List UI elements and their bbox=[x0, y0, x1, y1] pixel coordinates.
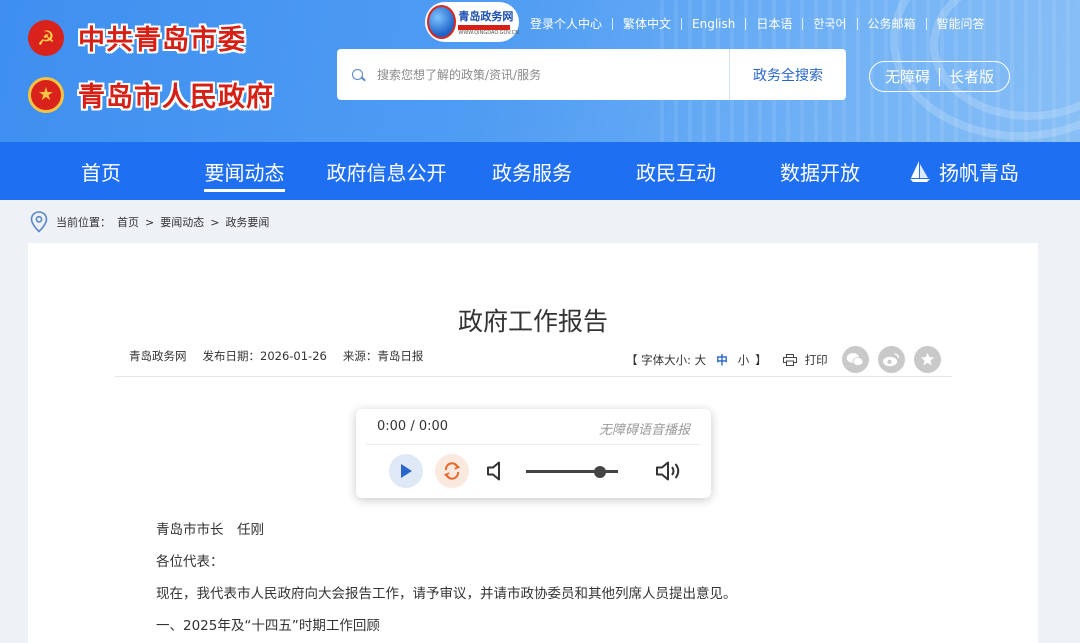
loop-icon bbox=[443, 462, 461, 480]
nav-item-gov-info[interactable]: 政府信息公开 bbox=[324, 142, 449, 200]
site-badge-logo[interactable]: 青岛政务网 WWW.QINGDAO.GOV.CN bbox=[425, 2, 519, 42]
nav-item-label: 数据开放 bbox=[780, 160, 860, 185]
meta-date-label: 发布日期： bbox=[202, 349, 261, 363]
play-button[interactable] bbox=[389, 454, 423, 488]
article-meta: 青岛政务网 发布日期：2026-01-26 来源：青岛日报 bbox=[129, 348, 439, 364]
nav-item-gov-services[interactable]: 政务服务 bbox=[487, 142, 577, 200]
nav-item-label: 政民互动 bbox=[636, 160, 716, 185]
party-org-name: 中共青岛市委 bbox=[78, 25, 246, 56]
font-size-medium[interactable]: 中 bbox=[716, 352, 728, 368]
volume-icon[interactable] bbox=[655, 459, 683, 483]
share-weibo-button[interactable] bbox=[877, 346, 905, 373]
article-panel: 政府工作报告 青岛政务网 发布日期：2026-01-26 来源：青岛日报 【 字… bbox=[28, 243, 1038, 643]
nav-item-label: 政府信息公开 bbox=[326, 160, 447, 185]
player-divider bbox=[366, 444, 701, 445]
meta-date: 发布日期：2026-01-26 bbox=[203, 348, 327, 364]
breadcrumb-separator: > bbox=[210, 215, 220, 229]
search-input[interactable] bbox=[377, 54, 717, 95]
print-button[interactable]: 打印 bbox=[782, 352, 828, 368]
accessibility-pill: 无障碍 长者版 bbox=[869, 61, 1010, 92]
top-link-official-mail[interactable]: 公务邮箱 bbox=[858, 15, 926, 32]
audio-player: 0:00 / 0:00 无障碍语音播报 bbox=[356, 409, 711, 498]
favorite-button[interactable] bbox=[913, 346, 941, 373]
government-org-name: 青岛市人民政府 bbox=[78, 82, 274, 113]
search-button[interactable]: 政务全搜索 bbox=[729, 49, 846, 100]
meta-date-value: 2026-01-26 bbox=[260, 349, 327, 363]
nav-item-label: 首页 bbox=[81, 160, 121, 185]
top-link-japanese[interactable]: 日本语 bbox=[746, 15, 802, 32]
top-link-smart-qa[interactable]: 智能问答 bbox=[927, 15, 995, 32]
breadcrumb-prefix: 当前位置： bbox=[56, 216, 111, 229]
article-body: 青岛市市长 任刚 各位代表： 现在，我代表市人民政府向大会报告工作，请予审议，并… bbox=[156, 522, 737, 643]
top-link-korean[interactable]: 한국어 bbox=[803, 15, 856, 32]
search-box: 政务全搜索 bbox=[337, 49, 846, 100]
volume-slider[interactable] bbox=[526, 466, 618, 478]
site-badge-text: 青岛政务网 WWW.QINGDAO.GOV.CN bbox=[458, 8, 519, 36]
search-icon bbox=[351, 68, 365, 82]
elder-mode-button[interactable]: 长者版 bbox=[940, 66, 1003, 87]
site-badge-url: WWW.QINGDAO.GOV.CN bbox=[458, 30, 519, 36]
top-link-traditional-chinese[interactable]: 繁体中文 bbox=[613, 15, 681, 32]
globe-icon bbox=[427, 5, 457, 39]
meta-site: 青岛政务网 bbox=[129, 349, 187, 363]
article-paragraph: 一、2025年及“十四五”时期工作回顾 bbox=[156, 618, 380, 634]
site-header: ☭ 中共青岛市委 ★ 青岛市人民政府 青岛政务网 WWW.QINGDAO.GOV… bbox=[0, 0, 1080, 142]
article-tools: 【 字体大小: 大 中 小 】 打印 bbox=[626, 346, 941, 373]
player-time: 0:00 / 0:00 bbox=[377, 419, 449, 434]
article-paragraph: 青岛市市长 任刚 bbox=[156, 522, 264, 538]
national-emblem-icon: ★ bbox=[28, 76, 64, 113]
volume-slider-handle[interactable] bbox=[593, 466, 606, 478]
font-size-large[interactable]: 【 字体大小: 大 bbox=[626, 352, 706, 368]
sail-icon bbox=[910, 161, 930, 182]
player-label: 无障碍语音播报 bbox=[598, 423, 690, 438]
main-nav: 首页 要闻动态 政府信息公开 政务服务 政民互动 数据开放 扬帆青岛 bbox=[0, 142, 1080, 200]
breadcrumb-item-news[interactable]: 要闻动态 bbox=[160, 214, 204, 230]
article-paragraph: 现在，我代表市人民政府向大会报告工作，请予审议，并请市政协委员和其他列席人员提出… bbox=[156, 586, 737, 602]
nav-item-home[interactable]: 首页 bbox=[38, 142, 164, 200]
breadcrumb-item-home[interactable]: 首页 bbox=[117, 214, 139, 230]
loop-button[interactable] bbox=[435, 454, 469, 488]
meta-source-label: 来源： bbox=[342, 349, 378, 363]
breadcrumb-separator: > bbox=[145, 215, 155, 229]
nav-item-label: 要闻动态 bbox=[204, 160, 285, 185]
top-link-english[interactable]: English bbox=[682, 17, 745, 31]
government-logo-row[interactable]: ★ 青岛市人民政府 bbox=[28, 75, 274, 114]
weibo-icon bbox=[883, 353, 900, 367]
nav-item-yangfan-qingdao[interactable]: 扬帆青岛 bbox=[905, 142, 1023, 200]
location-pin-icon bbox=[30, 211, 48, 233]
nav-item-label: 扬帆青岛 bbox=[939, 160, 1019, 185]
top-link-login[interactable]: 登录个人中心 bbox=[520, 15, 612, 32]
meta-source: 来源：青岛日报 bbox=[343, 348, 424, 364]
nav-item-label: 政务服务 bbox=[492, 160, 572, 185]
article-divider bbox=[115, 376, 952, 377]
top-links-bar: 登录个人中心 繁体中文 English 日本语 한국어 公务邮箱 智能问答 bbox=[520, 15, 995, 32]
breadcrumb-item-gov-news[interactable]: 政务要闻 bbox=[225, 214, 269, 230]
barrier-free-button[interactable]: 无障碍 bbox=[876, 66, 939, 87]
printer-icon bbox=[782, 353, 797, 366]
mute-icon[interactable] bbox=[486, 460, 506, 482]
font-size-small[interactable]: 小 bbox=[738, 352, 750, 368]
wechat-icon bbox=[846, 353, 864, 366]
print-label: 打印 bbox=[804, 352, 828, 367]
nav-item-open-data[interactable]: 数据开放 bbox=[775, 142, 865, 200]
favorite-icon bbox=[920, 352, 934, 366]
share-wechat-button[interactable] bbox=[841, 346, 869, 373]
breadcrumb: 当前位置： 首页 > 要闻动态 > 政务要闻 bbox=[30, 211, 275, 233]
article-paragraph: 各位代表： bbox=[156, 554, 224, 570]
font-size-bracket-close: 】 bbox=[755, 352, 767, 367]
play-icon bbox=[401, 464, 412, 478]
site-badge-name: 青岛政务网 bbox=[458, 10, 514, 23]
party-logo-row[interactable]: ☭ 中共青岛市委 bbox=[28, 18, 246, 57]
article-title: 政府工作报告 bbox=[457, 307, 608, 336]
meta-source-value: 青岛日报 bbox=[377, 349, 424, 363]
nav-item-interaction[interactable]: 政民互动 bbox=[631, 142, 721, 200]
nav-item-news[interactable]: 要闻动态 bbox=[204, 142, 285, 200]
party-emblem-icon: ☭ bbox=[28, 19, 64, 56]
